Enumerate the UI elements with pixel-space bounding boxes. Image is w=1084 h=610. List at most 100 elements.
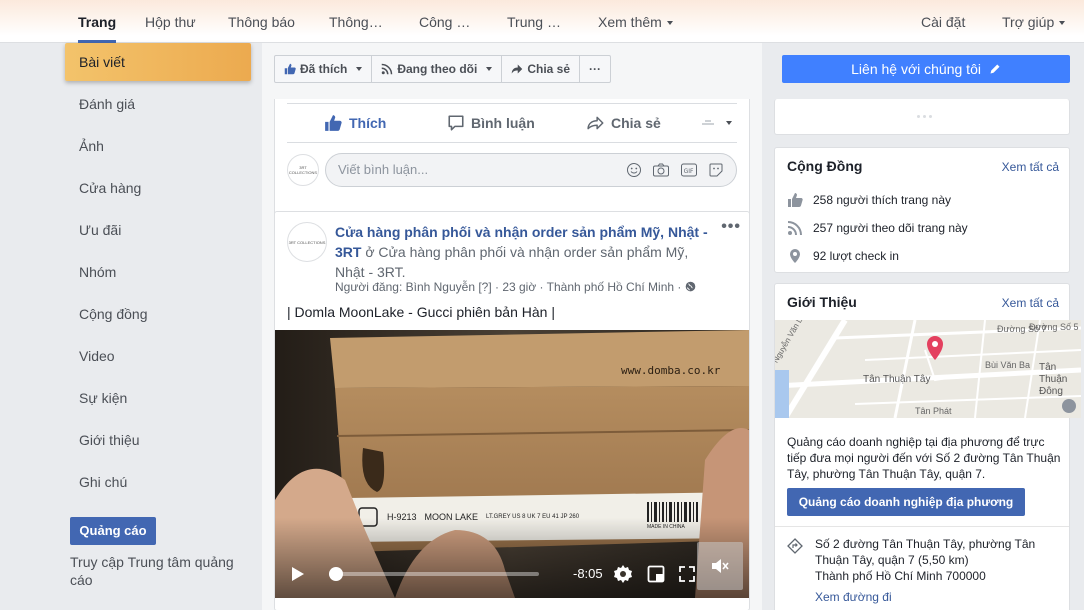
sidebar-item-ghi-chu[interactable]: Ghi chú [65, 463, 251, 501]
post-options-button[interactable]: ••• [721, 218, 741, 236]
sidebar-item-su-kien[interactable]: Sự kiện [65, 379, 251, 417]
local-ads-button[interactable]: Quảng cáo doanh nghiệp địa phương [787, 488, 1025, 516]
thumbs-up-icon [325, 115, 342, 131]
sidebar-item-cong-dong[interactable]: Cộng đồng [65, 295, 251, 333]
directions-link[interactable]: Xem đường đi [815, 590, 892, 604]
community-see-all-link[interactable]: Xem tất cả [1002, 160, 1059, 174]
share-arrow-icon [587, 116, 604, 130]
main-column: Đã thích Đang theo dõi Chia sẻ ··· Thích… [262, 43, 762, 610]
top-nav: Trang Hộp thư Thông báo Thông… Công … Tr… [0, 0, 1084, 43]
fullscreen-icon[interactable] [679, 566, 695, 582]
pencil-icon [990, 64, 1000, 74]
avatar: 3RT COLLECTIONS [287, 154, 319, 186]
sidebar-item-video[interactable]: Video [65, 337, 251, 375]
more-options-button[interactable]: ··· [580, 56, 610, 82]
chevron-down-icon [486, 67, 493, 71]
previous-widget-card [774, 99, 1070, 135]
video-seek-bar[interactable] [329, 567, 539, 581]
sidebar-item-uu-dai[interactable]: Ưu đãi [65, 211, 251, 249]
sidebar-item-gioi-thieu[interactable]: Giới thiệu [65, 421, 251, 459]
svg-text:GIF: GIF [684, 168, 694, 175]
following-button[interactable]: Đang theo dõi [372, 56, 503, 82]
comment-input[interactable]: Viết bình luận... GIF [325, 153, 737, 187]
sidebar-item-bai-viet[interactable]: Bài viết [65, 43, 251, 81]
checkins-count-text: 92 lượt check in [813, 249, 899, 263]
about-see-all-link[interactable]: Xem tất cả [1002, 296, 1059, 310]
contact-us-button[interactable]: Liên hệ với chúng tôi [782, 55, 1070, 83]
post-location-text: ở Cửa hàng phân phối và nhận order sản p… [335, 244, 689, 280]
following-label: Đang theo dõi [397, 62, 478, 76]
box-code-text: H-9213 [387, 512, 417, 522]
page-action-bar: Đã thích Đang theo dõi Chia sẻ ··· [274, 55, 612, 83]
box-website-text: www.domba.co.kr [621, 364, 721, 377]
globe-icon [685, 281, 696, 292]
box-details-text: LT.GREY US 8 UK 7 EU 41 JP 260 [486, 514, 580, 520]
like-label: Thích [349, 115, 387, 131]
tab-trang[interactable]: Trang [78, 0, 117, 43]
post-meta-text: Người đăng: Bình Nguyễn [?] · 23 giờ · T… [335, 280, 682, 294]
loading-dots [917, 115, 932, 118]
address-line: Số 2 đường Tân Thuận Tây, phường Tân Thu… [815, 537, 1036, 567]
chevron-down-icon [726, 121, 732, 125]
ads-center-link[interactable]: Truy cập Trung tâm quảng cáo [70, 553, 250, 589]
play-icon[interactable] [291, 566, 305, 582]
tab-xem-them[interactable]: Xem thêm [598, 0, 673, 43]
gif-icon[interactable]: GIF [680, 162, 698, 178]
comment-composer: 3RT COLLECTIONS Viết bình luận... GIF [287, 153, 737, 187]
right-column: Liên hệ với chúng tôi Cộng Đồng Xem tất … [762, 43, 1084, 610]
like-button[interactable]: Thích [323, 104, 386, 142]
map-label: Tân Thuận Đông [1039, 362, 1068, 397]
city-line: Thành phố Hồ Chí Minh 700000 [815, 569, 986, 583]
map-label: Bùi Văn Ba [985, 360, 1031, 370]
map-label: Đường Số 5 [1029, 322, 1079, 332]
popout-icon[interactable] [647, 565, 665, 583]
settings-link[interactable]: Cài đặt [921, 0, 965, 43]
tab-cong-cu[interactable]: Công … [419, 0, 470, 43]
map-streets [775, 320, 1081, 418]
camera-icon[interactable] [652, 162, 670, 178]
tab-thong-bao[interactable]: Thông báo [228, 0, 295, 43]
likes-count-text: 258 người thích trang này [813, 193, 951, 207]
share-button[interactable]: Chia sẻ [587, 104, 661, 142]
liked-button[interactable]: Đã thích [275, 56, 373, 82]
chevron-down-icon [666, 21, 673, 26]
reaction-bar: Thích Bình luận Chia sẻ [287, 103, 737, 143]
sidebar-item-nhom[interactable]: Nhóm [65, 253, 251, 291]
about-title: Giới Thiệu [787, 294, 857, 310]
comment-placeholder: Viết bình luận... [338, 162, 429, 177]
divider [775, 526, 1069, 527]
left-sidebar: Bài viết Đánh giá Ảnh Cửa hàng Ưu đãi Nh… [0, 43, 262, 610]
box-label-text: H-9213 MOON LAKE LT.GREY US 8 UK 7 EU 41… [387, 512, 579, 523]
sidebar-item-danh-gia[interactable]: Đánh giá [65, 85, 251, 123]
help-menu[interactable]: Trợ giúp [1002, 0, 1066, 43]
local-ads-description: Quảng cáo doanh nghiệp tại địa phương để… [787, 435, 1061, 481]
tab-trung-tam[interactable]: Trung … [507, 0, 561, 43]
tab-hop-thu[interactable]: Hộp thư [145, 0, 196, 43]
help-label: Trợ giúp [1002, 14, 1055, 30]
sidebar-item-anh[interactable]: Ảnh [65, 127, 251, 165]
directions-icon [787, 538, 803, 554]
tab-thong-tin[interactable]: Thông… [329, 0, 383, 43]
audience-selector[interactable] [701, 104, 732, 142]
more-dots-icon: ··· [589, 62, 602, 76]
gear-icon[interactable] [613, 564, 633, 584]
share-arrow-icon [512, 64, 523, 74]
box-made-text: MADE IN CHINA [647, 524, 685, 530]
comment-icon [448, 115, 464, 131]
location-map[interactable]: Đường Số 7 Đường Số 5 Bùi Văn Ba Tân Thu… [775, 320, 1081, 418]
community-title: Cộng Đồng [787, 158, 863, 174]
emoji-icon[interactable] [626, 162, 642, 178]
likes-row: 258 người thích trang này [787, 192, 951, 208]
video-player[interactable]: www.domba.co.kr H-9213 MOON LAKE LT.GREY… [275, 330, 749, 598]
share-page-button[interactable]: Chia sẻ [502, 56, 581, 82]
follows-row: 257 người theo dõi trang này [787, 220, 968, 236]
mute-button[interactable] [697, 542, 743, 590]
ads-button[interactable]: Quảng cáo [70, 517, 156, 545]
comment-button[interactable]: Bình luận [447, 104, 535, 142]
chevron-down-icon [1059, 21, 1066, 26]
sticker-icon[interactable] [708, 162, 724, 178]
map-label: Tân Thuận Tây [863, 374, 931, 385]
sidebar-item-cua-hang[interactable]: Cửa hàng [65, 169, 251, 207]
speaker-muted-icon [712, 559, 729, 573]
box-model-text: MOON LAKE [424, 512, 479, 522]
